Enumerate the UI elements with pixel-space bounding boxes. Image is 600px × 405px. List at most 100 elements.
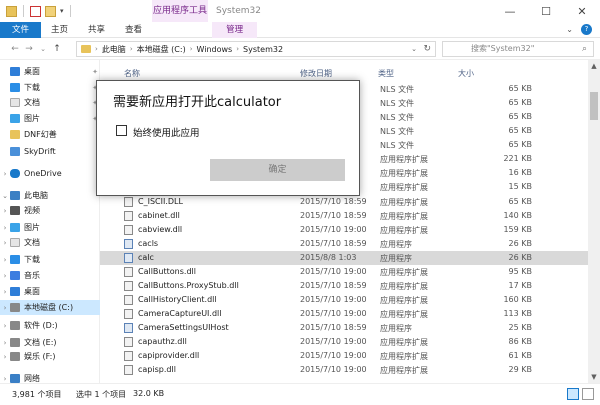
minimize-button[interactable]: — xyxy=(492,0,528,22)
tab-home[interactable]: 主页 xyxy=(41,22,78,38)
table-row[interactable]: capiprovider.dll 2015/7/10 19:00 应用程序扩展 61 … xyxy=(100,349,588,363)
table-row-selected[interactable]: calc 2015/8/8 1:03 应用程序 26 KB xyxy=(100,251,588,266)
forward-button[interactable]: → xyxy=(22,44,36,54)
help-icon[interactable]: ? xyxy=(581,24,592,35)
sidebar-item-disk-d[interactable]: › 软件 (D:) xyxy=(0,318,100,333)
chevron-right-icon[interactable]: › xyxy=(0,256,10,264)
column-headers: 名称 修改日期 类型 大小 xyxy=(100,60,588,82)
column-header-date[interactable]: 修改日期 xyxy=(300,68,332,79)
chevron-right-icon[interactable]: › xyxy=(0,272,10,280)
sidebar-item-disk-e[interactable]: › 文档 (E:) xyxy=(0,335,100,350)
chevron-right-icon[interactable]: › xyxy=(0,170,10,178)
sidebar-item-downloads[interactable]: › 下载 xyxy=(0,252,100,267)
qat-dropdown-icon[interactable]: ▾ xyxy=(60,7,64,15)
file-size: 221 KB xyxy=(503,154,532,163)
table-row[interactable]: CameraCaptureUI.dll 2015/7/10 19:00 应用程序扩展… xyxy=(100,307,588,321)
search-input[interactable]: 搜索"System32" ⌕ xyxy=(442,41,594,57)
tab-view[interactable]: 查看 xyxy=(115,22,152,38)
sidebar-item-documents[interactable]: › 文档 xyxy=(0,235,100,250)
file-name: cabview.dll xyxy=(138,225,183,234)
large-icons-view-icon[interactable] xyxy=(582,388,594,400)
breadcrumb-this-pc[interactable]: 此电脑 xyxy=(102,44,126,55)
vertical-scrollbar[interactable]: ▲ ▼ xyxy=(588,60,600,383)
sidebar-item-music[interactable]: › 音乐 xyxy=(0,268,100,283)
table-row[interactable]: cabinet.dll 2015/7/10 18:59 应用程序扩展 140 KB xyxy=(100,209,588,223)
sidebar-item-documents-quick[interactable]: 文档✦ xyxy=(0,95,100,110)
properties-icon[interactable] xyxy=(30,5,41,17)
sidebar-item-this-pc[interactable]: ⌄ 此电脑 xyxy=(0,188,100,203)
chevron-right-icon[interactable]: › xyxy=(0,207,10,215)
scroll-up-icon[interactable]: ▲ xyxy=(588,60,600,72)
sidebar-item-onedrive[interactable]: › OneDrive xyxy=(0,166,100,181)
table-row[interactable]: CallButtons.dll 2015/7/10 19:00 应用程序扩展 95 K… xyxy=(100,265,588,279)
always-use-checkbox[interactable] xyxy=(116,125,127,136)
sidebar-item-label: 文档 (E:) xyxy=(24,338,57,347)
table-row[interactable]: capisp.dll 2015/7/10 19:00 应用程序扩展 29 KB xyxy=(100,363,588,377)
table-row[interactable]: CallHistoryClient.dll 2015/7/10 19:00 应用程序… xyxy=(100,293,588,307)
sidebar-item-desktop-quick[interactable]: 桌面 ✦ xyxy=(0,64,100,79)
file-name: cabinet.dll xyxy=(138,211,180,220)
chevron-right-icon[interactable]: › xyxy=(130,45,133,53)
sidebar-item-dnf[interactable]: DNF幻善 xyxy=(0,127,100,142)
chevron-down-icon[interactable]: ⌄ xyxy=(411,45,417,53)
chevron-right-icon[interactable]: › xyxy=(0,304,10,312)
table-row[interactable]: cabview.dll 2015/7/10 19:00 应用程序扩展 159 KB xyxy=(100,223,588,237)
up-button[interactable]: ↑ xyxy=(50,44,64,54)
cloud-icon xyxy=(10,169,20,178)
scrollbar-thumb[interactable] xyxy=(590,92,598,120)
table-row[interactable]: capauthz.dll 2015/7/10 19:00 应用程序扩展 86 KB xyxy=(100,335,588,349)
sidebar-item-pictures-quick[interactable]: 图片✦ xyxy=(0,111,100,126)
sidebar-item-label: OneDrive xyxy=(24,169,62,178)
column-header-name[interactable]: 名称 xyxy=(124,68,140,79)
recent-locations-button[interactable]: ⌄ xyxy=(36,45,50,53)
tab-manage[interactable]: 管理 xyxy=(212,22,258,38)
sidebar-item-local-disk-c[interactable]: › 本地磁盘 (C:) xyxy=(0,300,100,315)
always-use-label[interactable]: 始终使用此应用 xyxy=(133,125,200,139)
table-row[interactable]: CallButtons.ProxyStub.dll 2015/7/10 18:59… xyxy=(100,279,588,293)
tab-share[interactable]: 共享 xyxy=(78,22,115,38)
chevron-right-icon[interactable]: › xyxy=(0,353,10,361)
ok-button[interactable]: 确定 xyxy=(210,159,345,181)
details-view-icon[interactable] xyxy=(567,388,579,400)
address-input[interactable]: › 此电脑 › 本地磁盘 (C:) › Windows › System32 ⌄… xyxy=(76,41,436,57)
chevron-right-icon[interactable]: › xyxy=(95,45,98,53)
file-type: 应用程序扩展 xyxy=(380,352,428,361)
chevron-right-icon[interactable]: › xyxy=(236,45,239,53)
close-button[interactable]: ✕ xyxy=(564,0,600,22)
chevron-down-icon[interactable]: ⌄ xyxy=(0,192,10,200)
sidebar-item-desktop[interactable]: › 桌面 xyxy=(0,284,100,299)
chevron-right-icon[interactable]: › xyxy=(190,45,193,53)
context-tab-group: 应用程序工具 xyxy=(152,0,208,22)
sidebar-item-disk-f[interactable]: › 娱乐 (F:) xyxy=(0,349,100,364)
sidebar-item-pictures[interactable]: › 图片 xyxy=(0,220,100,235)
refresh-icon[interactable]: ↻ xyxy=(423,44,431,54)
scroll-down-icon[interactable]: ▼ xyxy=(588,371,600,383)
column-header-type[interactable]: 类型 xyxy=(378,68,394,79)
chevron-right-icon[interactable]: › xyxy=(0,288,10,296)
chevron-right-icon[interactable]: › xyxy=(0,322,10,330)
chevron-right-icon[interactable]: › xyxy=(0,375,10,383)
file-size: 61 KB xyxy=(508,351,532,360)
sidebar-item-downloads-quick[interactable]: 下载✦ xyxy=(0,80,100,95)
dll-file-icon xyxy=(124,211,133,221)
breadcrumb-local-disk[interactable]: 本地磁盘 (C:) xyxy=(137,44,186,55)
sidebar-item-videos[interactable]: › 视频 xyxy=(0,203,100,218)
download-icon xyxy=(10,255,20,264)
sidebar-item-skydrift[interactable]: SkyDrift xyxy=(0,144,100,159)
breadcrumb-windows[interactable]: Windows xyxy=(197,45,233,54)
search-icon: ⌕ xyxy=(581,44,587,54)
chevron-right-icon[interactable]: › xyxy=(0,239,10,247)
ribbon-expand-icon[interactable]: ⌄ xyxy=(566,25,573,34)
chevron-right-icon[interactable]: › xyxy=(0,224,10,232)
table-row[interactable]: CameraSettingsUIHost 2015/7/10 18:59 应用程序 2… xyxy=(100,321,588,335)
breadcrumb-system32[interactable]: System32 xyxy=(243,45,283,54)
chevron-right-icon[interactable]: › xyxy=(0,339,10,347)
column-header-size[interactable]: 大小 xyxy=(458,68,474,79)
file-type: NLS 文件 xyxy=(380,99,415,108)
back-button[interactable]: ← xyxy=(8,44,22,54)
table-row[interactable]: C_ISCII.DLL 2015/7/10 18:59 应用程序扩展 65 KB xyxy=(100,195,588,209)
table-row[interactable]: cacls 2015/7/10 18:59 应用程序 26 KB xyxy=(100,237,588,251)
maximize-button[interactable]: ☐ xyxy=(528,0,564,22)
tab-file[interactable]: 文件 xyxy=(0,22,42,38)
new-folder-icon[interactable] xyxy=(45,5,56,17)
